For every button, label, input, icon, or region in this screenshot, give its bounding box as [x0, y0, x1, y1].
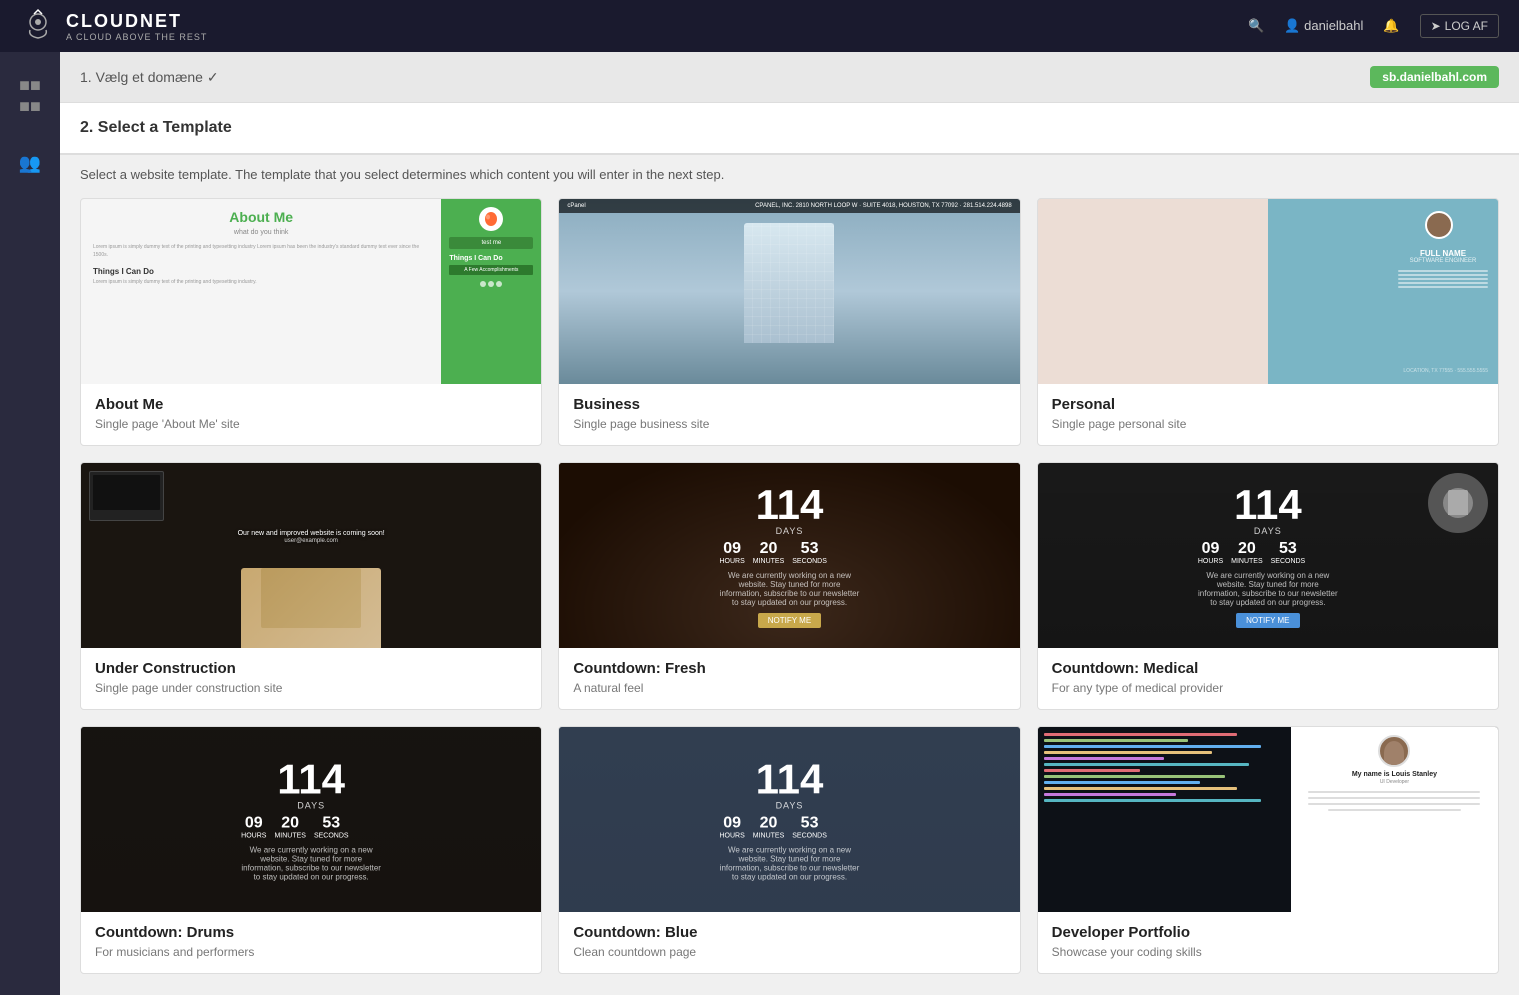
- template-description: Select a website template. The template …: [60, 155, 1519, 198]
- template-preview-countdown-blue: 114 DAYS 09HOURS 20MINUTES 53SECONDS We …: [559, 727, 1019, 912]
- template-name-countdown-medical: Countdown: Medical: [1052, 660, 1484, 677]
- template-desc-countdown-drums: For musicians and performers: [95, 945, 527, 959]
- logo-subtitle: A CLOUD ABOVE THE REST: [66, 32, 207, 42]
- step2-title: 2. Select a Template: [80, 119, 232, 136]
- notifications-icon[interactable]: 🔔: [1383, 18, 1399, 34]
- template-name-countdown-drums: Countdown: Drums: [95, 924, 527, 941]
- preview-notify-btn-medical: NOTIFY ME: [1236, 613, 1299, 628]
- preview-about-body: Lorem ipsum is simply dummy text of the …: [93, 244, 429, 259]
- template-preview-countdown-medical: 114 DAYS 09HOURS 20MINUTES 53SECONDS We …: [1038, 463, 1498, 648]
- template-preview-personal: FULL NAME SOFTWARE ENGINEER LOCATION, TX…: [1038, 199, 1498, 384]
- template-card-dev-portfolio[interactable]: My name is Louis Stanley UI Developer De…: [1037, 726, 1499, 974]
- template-name-about-me: About Me: [95, 396, 527, 413]
- main-content: 1. Vælg et domæne ✓ sb.danielbahl.com 2.…: [60, 52, 1519, 995]
- template-info-countdown-blue: Countdown: Blue Clean countdown page: [559, 912, 1019, 973]
- preview-notify-btn-fresh: NOTIFY ME: [758, 613, 821, 628]
- preview-personal-avatar: [1425, 211, 1453, 239]
- template-name-dev-portfolio: Developer Portfolio: [1052, 924, 1484, 941]
- template-preview-countdown-fresh: 114 DAYS 09HOURS 20MINUTES 53SECONDS We …: [559, 463, 1019, 648]
- sidebar: ■■■■ 👥: [0, 52, 60, 995]
- template-card-countdown-blue[interactable]: 114 DAYS 09HOURS 20MINUTES 53SECONDS We …: [558, 726, 1020, 974]
- logout-arrow-icon: ➤: [1431, 19, 1441, 33]
- template-preview-business: cPanel CPANEL, INC. 2810 NORTH LOOP W · …: [559, 199, 1019, 384]
- step1-header: 1. Vælg et domæne ✓ sb.danielbahl.com: [60, 52, 1519, 103]
- countdown-medical-time: 09HOURS 20MINUTES 53SECONDS: [1198, 540, 1338, 565]
- template-desc-countdown-medical: For any type of medical provider: [1052, 681, 1484, 695]
- preview-test-btn: test me: [449, 237, 533, 249]
- preview-construction-text: Our new and improved website is coming s…: [238, 530, 385, 544]
- template-card-about-me[interactable]: About Me what do you think Lorem ipsum i…: [80, 198, 542, 446]
- step1-badge: sb.danielbahl.com: [1370, 66, 1499, 88]
- template-preview-under-construction: Our new and improved website is coming s…: [81, 463, 541, 648]
- template-desc-personal: Single page personal site: [1052, 417, 1484, 431]
- user-icon: 👤: [1284, 18, 1300, 33]
- preview-things-label: Things I Can Do: [449, 255, 533, 262]
- template-desc-about-me: Single page 'About Me' site: [95, 417, 527, 431]
- template-info-business: Business Single page business site: [559, 384, 1019, 445]
- template-info-dev-portfolio: Developer Portfolio Showcase your coding…: [1038, 912, 1498, 973]
- logo-text: CLOUDNET A CLOUD ABOVE THE REST: [66, 11, 207, 42]
- preview-dev-name: My name is Louis Stanley: [1352, 771, 1437, 778]
- template-info-under-construction: Under Construction Single page under con…: [81, 648, 541, 709]
- template-grid: About Me what do you think Lorem ipsum i…: [60, 198, 1519, 994]
- preview-about-sub: what do you think: [93, 229, 429, 236]
- template-card-personal[interactable]: FULL NAME SOFTWARE ENGINEER LOCATION, TX…: [1037, 198, 1499, 446]
- preview-personal-location: LOCATION, TX 77555 · 555.555.5555: [1403, 368, 1488, 374]
- search-icon[interactable]: 🔍: [1248, 18, 1264, 34]
- template-info-countdown-medical: Countdown: Medical For any type of medic…: [1038, 648, 1498, 709]
- preview-green-btn1: A Few Accomplishments: [449, 265, 533, 275]
- top-navigation: CLOUDNET A CLOUD ABOVE THE REST 🔍 👤 dani…: [0, 0, 1519, 52]
- logo-icon: [20, 8, 56, 44]
- template-name-countdown-blue: Countdown: Blue: [573, 924, 1005, 941]
- template-info-countdown-drums: Countdown: Drums For musicians and perfo…: [81, 912, 541, 973]
- countdown-blue-time: 09HOURS 20MINUTES 53SECONDS: [719, 814, 859, 839]
- username: danielbahl: [1304, 18, 1363, 33]
- template-card-countdown-medical[interactable]: 114 DAYS 09HOURS 20MINUTES 53SECONDS We …: [1037, 462, 1499, 710]
- preview-countdown-medical-overlay: 114 DAYS 09HOURS 20MINUTES 53SECONDS We …: [1198, 484, 1338, 628]
- preview-personal-name: FULL NAME SOFTWARE ENGINEER: [1398, 249, 1488, 290]
- template-name-business: Business: [573, 396, 1005, 413]
- logo-area: CLOUDNET A CLOUD ABOVE THE REST: [20, 8, 207, 44]
- user-nav[interactable]: 👤 danielbahl: [1284, 18, 1363, 34]
- template-info-about-me: About Me Single page 'About Me' site: [81, 384, 541, 445]
- preview-about-section-text: Lorem ipsum is simply dummy text of the …: [93, 279, 429, 287]
- logo-title: CLOUDNET: [66, 11, 207, 32]
- preview-about-title: About Me: [93, 209, 429, 225]
- step1-label: 1. Vælg et domæne ✓: [80, 69, 219, 86]
- preview-about-section: Things I Can Do: [93, 267, 429, 276]
- template-preview-dev-portfolio: My name is Louis Stanley UI Developer: [1038, 727, 1498, 912]
- countdown-time-display: 09HOURS 20MINUTES 53SECONDS: [719, 540, 859, 565]
- balloon-icon: [483, 211, 499, 227]
- template-card-business[interactable]: cPanel CPANEL, INC. 2810 NORTH LOOP W · …: [558, 198, 1020, 446]
- template-name-countdown-fresh: Countdown: Fresh: [573, 660, 1005, 677]
- preview-dev-title: UI Developer: [1380, 779, 1409, 785]
- main-layout: ■■■■ 👥 1. Vælg et domæne ✓ sb.danielbahl…: [0, 52, 1519, 995]
- template-desc-business: Single page business site: [573, 417, 1005, 431]
- sidebar-users-icon[interactable]: 👥: [11, 145, 49, 182]
- preview-countdown-blue-overlay: 114 DAYS 09HOURS 20MINUTES 53SECONDS We …: [719, 758, 859, 881]
- preview-biz-topbar: cPanel CPANEL, INC. 2810 NORTH LOOP W · …: [559, 199, 1019, 213]
- template-preview-about-me: About Me what do you think Lorem ipsum i…: [81, 199, 541, 384]
- template-name-personal: Personal: [1052, 396, 1484, 413]
- template-card-countdown-fresh[interactable]: 114 DAYS 09HOURS 20MINUTES 53SECONDS We …: [558, 462, 1020, 710]
- template-info-personal: Personal Single page personal site: [1038, 384, 1498, 445]
- nav-right: 🔍 👤 danielbahl 🔔 ➤ LOG AF: [1248, 14, 1499, 38]
- preview-countdown-drums-overlay: 114 DAYS 09HOURS 20MINUTES 53SECONDS We …: [241, 758, 381, 881]
- template-card-under-construction[interactable]: Our new and improved website is coming s…: [80, 462, 542, 710]
- template-preview-countdown-drums: 114 DAYS 09HOURS 20MINUTES 53SECONDS We …: [81, 727, 541, 912]
- step2-header: 2. Select a Template: [60, 103, 1519, 155]
- preview-dev-profile-side: My name is Louis Stanley UI Developer: [1291, 727, 1498, 912]
- template-card-countdown-drums[interactable]: 114 DAYS 09HOURS 20MINUTES 53SECONDS We …: [80, 726, 542, 974]
- template-name-under-construction: Under Construction: [95, 660, 527, 677]
- countdown-drums-time: 09HOURS 20MINUTES 53SECONDS: [241, 814, 381, 839]
- sidebar-grid-icon[interactable]: ■■■■: [11, 67, 49, 125]
- logout-button[interactable]: ➤ LOG AF: [1420, 14, 1499, 38]
- template-desc-dev-portfolio: Showcase your coding skills: [1052, 945, 1484, 959]
- template-info-countdown-fresh: Countdown: Fresh A natural feel: [559, 648, 1019, 709]
- preview-countdown-fresh-overlay: 114 DAYS 09HOURS 20MINUTES 53SECONDS We …: [719, 484, 859, 628]
- template-desc-countdown-blue: Clean countdown page: [573, 945, 1005, 959]
- template-desc-countdown-fresh: A natural feel: [573, 681, 1005, 695]
- template-desc-under-construction: Single page under construction site: [95, 681, 527, 695]
